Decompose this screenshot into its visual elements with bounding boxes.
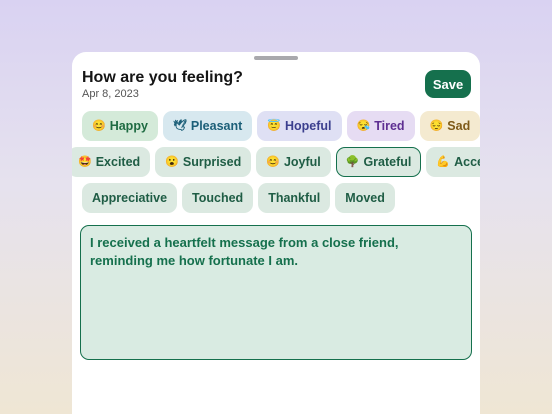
chip-label: Excited [95,155,141,169]
sheet-grabber[interactable] [254,56,298,60]
page-title: How are you feeling? [82,69,243,86]
halo-emoji-icon: 😇 [267,120,281,132]
flexed-arm-emoji-icon: 💪 [436,156,451,168]
smile-emoji-icon: 😊 [266,156,280,168]
chip-joyful[interactable]: 😊 Joyful [256,147,331,177]
chip-label: Happy [109,119,148,133]
chip-appreciative[interactable]: Appreciative [82,183,178,213]
surprised-emoji-icon: 😮 [165,156,179,168]
chip-accepted[interactable]: 💪Accepted [426,147,480,177]
chip-tired[interactable]: 😪 Tired [346,111,415,141]
sad-emoji-icon: 😔 [429,120,444,132]
chip-sad[interactable]: 😔 Sad [419,111,480,141]
save-button[interactable]: Save [425,70,471,98]
dove-emoji-icon: 🕊 [172,120,187,132]
chip-grateful[interactable]: 🌳 Grateful [335,147,422,177]
chip-label: Sad [447,119,471,133]
entry-date: Apr 8, 2023 [82,88,139,100]
feeling-sheet: How are you feeling? Apr 8, 2023 Save 😊 H… [72,52,480,414]
tree-emoji-icon: 🌳 [345,156,360,168]
chip-pleasant[interactable]: 🕊 Pleasant [162,111,253,141]
journal-text-area[interactable]: I received a heartfelt message from a cl… [80,225,472,360]
chip-hopeful[interactable]: 😇 Hopeful [257,111,342,141]
chip-label: Pleasant [190,119,243,133]
chip-thankful[interactable]: Thankful [258,183,331,213]
chip-label: Hopeful [285,119,332,133]
chip-label: Grateful [363,155,412,169]
chip-label: Joyful [283,155,321,169]
chip-excited[interactable]: 🤩 Excited [72,147,151,177]
chip-touched[interactable]: Touched [182,183,254,213]
chip-label: Accepted [454,155,480,169]
sleepy-emoji-icon: 😪 [356,120,371,132]
feelings-row-1: 😊Happy🕊Pleasant😇Hopeful😪Tired😔Sad😠A [82,111,480,141]
chip-surprised[interactable]: 😮 Surprised [155,147,252,177]
chip-happy[interactable]: 😊 Happy [82,111,158,141]
chip-label: Surprised [182,155,242,169]
feelings-row-3: Appreciative Touched Thankful Moved [82,183,400,213]
star-eyes-emoji-icon: 🤩 [78,156,92,168]
feelings-row-2: 🤩Excited😮Surprised😊Joyful🌳Grateful💪Accep… [72,147,480,177]
smile-emoji-icon: 😊 [92,120,106,132]
chip-moved[interactable]: Moved [335,183,395,213]
chip-label: Tired [374,119,405,133]
